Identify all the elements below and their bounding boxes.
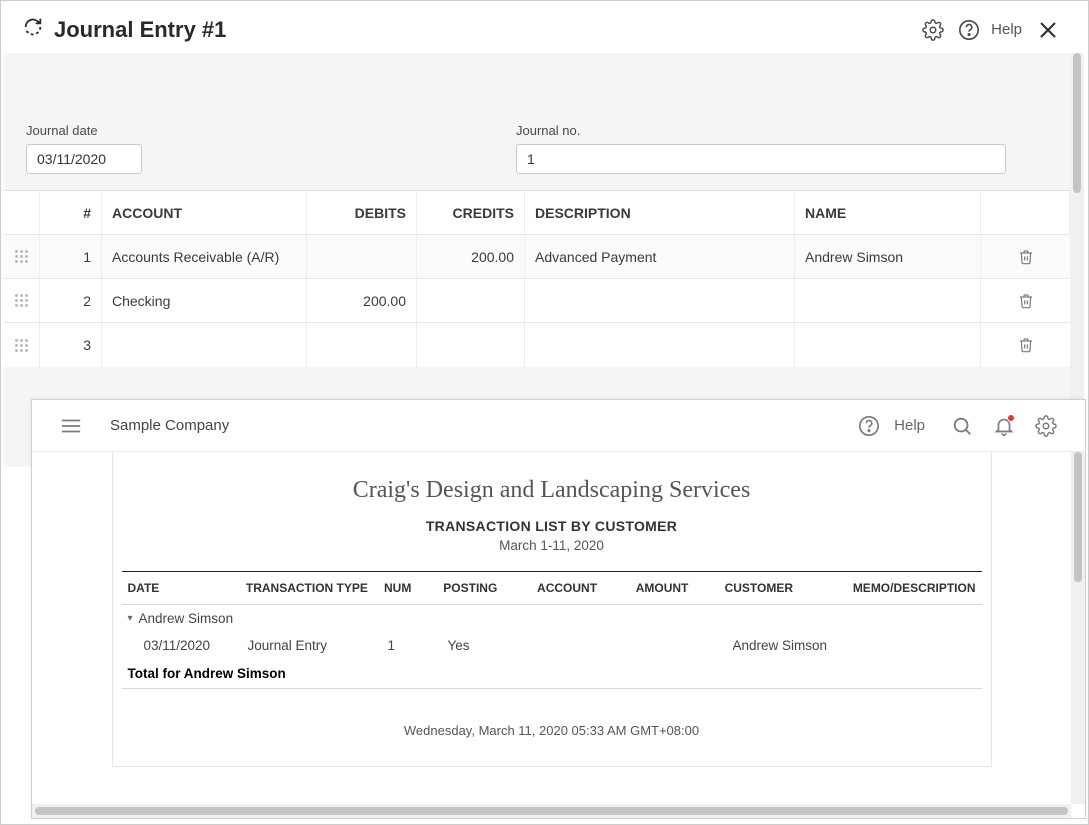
col-date: DATE — [122, 572, 240, 604]
help-label[interactable]: Help — [991, 21, 1022, 38]
col-memo: MEMO/DESCRIPTION — [847, 572, 982, 604]
horizontal-scrollbar[interactable] — [32, 804, 1071, 818]
report-data-row[interactable]: 03/11/2020 Journal Entry 1 Yes Andrew Si… — [122, 632, 982, 659]
cell-debits[interactable]: 200.00 — [307, 279, 417, 322]
cell-credits[interactable]: 200.00 — [417, 235, 525, 278]
cell-credits[interactable] — [417, 279, 525, 322]
cell-name[interactable] — [795, 323, 981, 367]
grid-row[interactable]: 1 Accounts Receivable (A/R) 200.00 Advan… — [4, 235, 1070, 279]
group-name: Andrew Simson — [139, 611, 234, 626]
cell-name[interactable]: Andrew Simson — [795, 235, 981, 278]
report-table: DATE TRANSACTION TYPE NUM POSTING ACCOUN… — [122, 571, 982, 689]
cell-num: 3 — [40, 323, 102, 367]
col-posting: POSTING — [437, 572, 531, 604]
drag-handle-icon[interactable] — [4, 235, 40, 278]
journal-no-input[interactable] — [516, 144, 1006, 174]
cell-account[interactable]: Checking — [102, 279, 307, 322]
drag-handle-icon[interactable] — [4, 323, 40, 367]
col-account: ACCOUNT — [102, 191, 307, 234]
bell-icon[interactable] — [991, 413, 1017, 439]
col-num: NUM — [378, 572, 437, 604]
cell-account[interactable] — [102, 323, 307, 367]
trash-icon[interactable] — [981, 323, 1070, 367]
col-credits: CREDITS — [417, 191, 525, 234]
report-type: TRANSACTION LIST BY CUSTOMER — [113, 518, 991, 534]
report-topbar: Sample Company Help — [32, 400, 1085, 452]
col-delete — [981, 191, 1070, 234]
cell-memo — [857, 632, 982, 659]
report-footer-timestamp: Wednesday, March 11, 2020 05:33 AM GMT+0… — [113, 723, 991, 738]
report-window: Sample Company Help Craig's Design and L… — [31, 399, 1086, 819]
cell-description[interactable]: Advanced Payment — [525, 235, 795, 278]
report-company-title: Craig's Design and Landscaping Services — [113, 477, 991, 504]
total-label: Total for Andrew Simson — [128, 666, 286, 681]
grid-row[interactable]: 3 — [4, 323, 1070, 367]
vertical-scrollbar[interactable] — [1071, 452, 1085, 804]
hamburger-icon[interactable] — [58, 413, 84, 439]
journal-entry-window: Journal Entry #1 Help Journal date Journ… — [4, 4, 1084, 464]
help-icon[interactable] — [957, 18, 981, 42]
col-debits: DEBITS — [307, 191, 417, 234]
col-amount: AMOUNT — [630, 572, 719, 604]
cell-name[interactable] — [795, 279, 981, 322]
search-icon[interactable] — [949, 413, 975, 439]
recurring-icon — [22, 16, 44, 43]
journal-header: Journal Entry #1 Help — [4, 4, 1084, 53]
cell-account — [537, 632, 637, 659]
page-title: Journal Entry #1 — [54, 17, 226, 43]
close-icon[interactable] — [1036, 18, 1060, 42]
cell-description[interactable] — [525, 323, 795, 367]
journal-no-label: Journal no. — [516, 123, 1048, 138]
cell-debits[interactable] — [307, 323, 417, 367]
report-table-header: DATE TRANSACTION TYPE NUM POSTING ACCOUN… — [122, 571, 982, 605]
cell-posting: Yes — [442, 632, 537, 659]
cell-amount — [637, 632, 727, 659]
gear-icon[interactable] — [921, 18, 945, 42]
report-card: Craig's Design and Landscaping Services … — [112, 452, 992, 767]
col-account: ACCOUNT — [531, 572, 630, 604]
cell-num: 1 — [382, 632, 442, 659]
cell-credits[interactable] — [417, 323, 525, 367]
grid-header: # ACCOUNT DEBITS CREDITS DESCRIPTION NAM… — [4, 191, 1070, 235]
drag-handle-icon[interactable] — [4, 279, 40, 322]
gear-icon[interactable] — [1033, 413, 1059, 439]
report-body: Craig's Design and Landscaping Services … — [32, 452, 1071, 804]
grid-row[interactable]: 2 Checking 200.00 — [4, 279, 1070, 323]
report-date-range: March 1-11, 2020 — [113, 538, 991, 553]
col-description: DESCRIPTION — [525, 191, 795, 234]
cell-num: 1 — [40, 235, 102, 278]
trash-icon[interactable] — [981, 235, 1070, 278]
journal-date-label: Journal date — [26, 123, 516, 138]
report-total-row: Total for Andrew Simson — [122, 659, 982, 689]
cell-description[interactable] — [525, 279, 795, 322]
company-nav-label[interactable]: Sample Company — [110, 417, 229, 434]
col-ttype: TRANSACTION TYPE — [240, 572, 378, 604]
cell-num: 2 — [40, 279, 102, 322]
cell-debits[interactable] — [307, 235, 417, 278]
report-group-row[interactable]: ▾ Andrew Simson — [122, 605, 982, 632]
col-drag — [4, 191, 40, 234]
help-label[interactable]: Help — [894, 417, 925, 434]
notification-badge — [1007, 414, 1015, 422]
cell-ttype: Journal Entry — [242, 632, 382, 659]
journal-date-input[interactable] — [26, 144, 142, 174]
col-num: # — [40, 191, 102, 234]
caret-down-icon: ▾ — [128, 613, 133, 624]
journal-lines-grid: # ACCOUNT DEBITS CREDITS DESCRIPTION NAM… — [4, 190, 1070, 367]
journal-meta: Journal date Journal no. — [4, 53, 1070, 190]
cell-account[interactable]: Accounts Receivable (A/R) — [102, 235, 307, 278]
trash-icon[interactable] — [981, 279, 1070, 322]
col-name: NAME — [795, 191, 981, 234]
help-icon[interactable] — [856, 413, 882, 439]
cell-customer: Andrew Simson — [727, 632, 857, 659]
cell-date: 03/11/2020 — [122, 632, 242, 659]
col-customer: CUSTOMER — [719, 572, 847, 604]
